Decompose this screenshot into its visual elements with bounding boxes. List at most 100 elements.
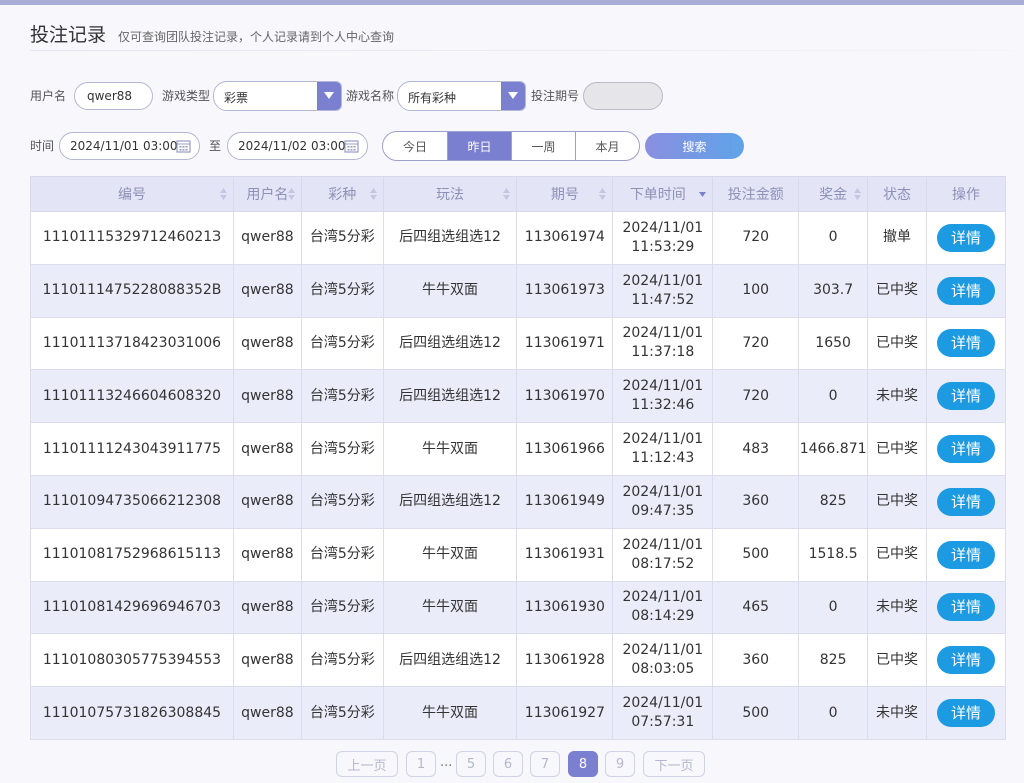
sort-icon[interactable] (287, 188, 295, 200)
sort-icon[interactable] (219, 188, 227, 200)
detail-button[interactable]: 详情 (936, 382, 995, 411)
cell-prize: 0 (798, 686, 869, 740)
cell-play: 后四组选组选12 (382, 474, 518, 529)
cell-order-time: 2024/11/01 11:12:43 (612, 422, 714, 476)
title-divider (30, 50, 1014, 51)
sort-icon[interactable] (503, 188, 511, 200)
order-time: 07:57:31 (631, 714, 695, 731)
cell-play: 后四组选组选12 (382, 211, 518, 265)
cell-id: 11101113246604608320 (30, 369, 234, 424)
column-header-play[interactable]: 玩法 (382, 176, 518, 212)
cell-id: 11101113718423031006 (30, 316, 234, 371)
cell-user: qwer88 (232, 633, 302, 688)
game-name-select[interactable]: 所有彩种 (397, 81, 526, 111)
sort-icon[interactable] (369, 188, 377, 200)
column-header-issue[interactable]: 期号 (516, 176, 614, 212)
status-badge: 已中奖 (867, 633, 927, 688)
cell-issue: 113061974 (516, 211, 614, 265)
detail-button[interactable]: 详情 (936, 223, 995, 252)
cell-prize: 1518.5 (798, 527, 869, 582)
current-page-button[interactable]: 8 (568, 751, 598, 777)
calendar-icon[interactable] (176, 139, 191, 153)
cell-id: 11101111243043911775 (30, 422, 234, 476)
page-subtitle: 仅可查询团队投注记录，个人记录请到个人中心查询 (118, 30, 395, 44)
column-header-order-time[interactable]: 下单时间 (612, 176, 714, 212)
column-header-status: 状态 (867, 176, 927, 212)
cell-issue: 113061928 (516, 633, 614, 688)
cell-prize: 825 (798, 474, 869, 529)
column-header-id[interactable]: 编号 (30, 176, 234, 212)
detail-button[interactable]: 详情 (936, 487, 995, 516)
cell-action: 详情 (925, 580, 1007, 635)
detail-button[interactable]: 详情 (936, 699, 995, 728)
order-time: 11:53:29 (631, 238, 695, 255)
to-label: 至 (209, 139, 222, 153)
detail-button[interactable]: 详情 (936, 329, 995, 358)
page-button[interactable]: 7 (530, 751, 560, 777)
game-type-select[interactable]: 彩票 (213, 81, 342, 111)
cell-id: 1110111532971246021З (30, 211, 234, 265)
next-page-button[interactable]: 下一页 (643, 751, 705, 777)
detail-button[interactable]: 详情 (936, 435, 995, 464)
username-input[interactable] (74, 82, 153, 110)
range-yesterday-button[interactable]: 昨日 (447, 132, 511, 160)
cell-id: 11101081429696946703 (30, 580, 234, 635)
order-date: 2024/11/01 (622, 642, 704, 659)
cell-lottery: 台湾5分彩 (300, 474, 384, 529)
detail-button[interactable]: 详情 (936, 540, 995, 569)
cell-play: 后四组选组选12 (382, 316, 518, 371)
status-badge: 撤单 (867, 211, 927, 265)
cell-amount: 720 (712, 316, 800, 371)
cell-user: qwer88 (232, 316, 302, 371)
cell-user: qwer88 (232, 422, 302, 476)
range-today-button[interactable]: 今日 (383, 132, 447, 160)
detail-button[interactable]: 详情 (936, 593, 995, 622)
column-header-lottery[interactable]: 彩种 (300, 176, 384, 212)
order-time: 11:32:46 (631, 397, 695, 414)
cell-id: 11101094735066212308 (30, 474, 234, 529)
sort-desc-icon[interactable] (699, 188, 707, 200)
column-header-prize[interactable]: 奖金 (798, 176, 869, 212)
cell-amount: 100 (712, 263, 800, 318)
cell-prize: 303.7 (798, 263, 869, 318)
cell-lottery: 台湾5分彩 (300, 211, 384, 265)
range-month-button[interactable]: 本月 (575, 132, 639, 160)
cell-user: qwer88 (232, 369, 302, 424)
prev-page-button[interactable]: 上一页 (336, 751, 398, 777)
cell-prize: 1650 (798, 316, 869, 371)
cell-id: 11101080305775394553 (30, 633, 234, 688)
end-date-input[interactable]: 2024/11/02 03:00 (227, 132, 368, 160)
page-button[interactable]: 9 (605, 751, 635, 777)
cell-order-time: 2024/11/01 09:47:35 (612, 474, 714, 529)
cell-user: qwer88 (232, 686, 302, 740)
table-row: 11101081429696946703 qwer88 台湾5分彩 牛牛双面 11306… (30, 580, 1007, 635)
start-date-input[interactable]: 2024/11/01 03:00 (59, 132, 200, 160)
chevron-down-icon[interactable] (501, 82, 525, 110)
issue-input[interactable] (583, 82, 663, 110)
calendar-icon[interactable] (344, 139, 359, 153)
cell-order-time: 2024/11/01 08:14:29 (612, 580, 714, 635)
start-date-value: 2024/11/01 03:00 (70, 139, 178, 153)
column-header-user[interactable]: 用户名 (232, 176, 302, 212)
cell-lottery: 台湾5分彩 (300, 263, 384, 318)
search-button[interactable]: 搜索 (645, 133, 744, 159)
range-week-button[interactable]: 一周 (511, 132, 575, 160)
order-date: 2024/11/01 (622, 695, 704, 712)
detail-button[interactable]: 详情 (936, 276, 995, 305)
cell-lottery: 台湾5分彩 (300, 580, 384, 635)
sort-icon[interactable] (854, 188, 862, 200)
order-date: 2024/11/01 (622, 378, 704, 395)
sort-icon[interactable] (599, 188, 607, 200)
page-button[interactable]: 6 (493, 751, 523, 777)
cell-prize: 1466.871 (798, 422, 869, 476)
cell-action: 详情 (925, 474, 1007, 529)
page-button[interactable]: 5 (456, 751, 486, 777)
top-bar (0, 0, 1024, 5)
cell-amount: 720 (712, 211, 800, 265)
cell-amount: 360 (712, 633, 800, 688)
cell-order-time: 2024/11/01 11:47:52 (612, 263, 714, 318)
chevron-down-icon[interactable] (317, 82, 341, 110)
page-button[interactable]: 1 (406, 751, 436, 777)
cell-lottery: 台湾5分彩 (300, 316, 384, 371)
detail-button[interactable]: 详情 (936, 646, 995, 675)
